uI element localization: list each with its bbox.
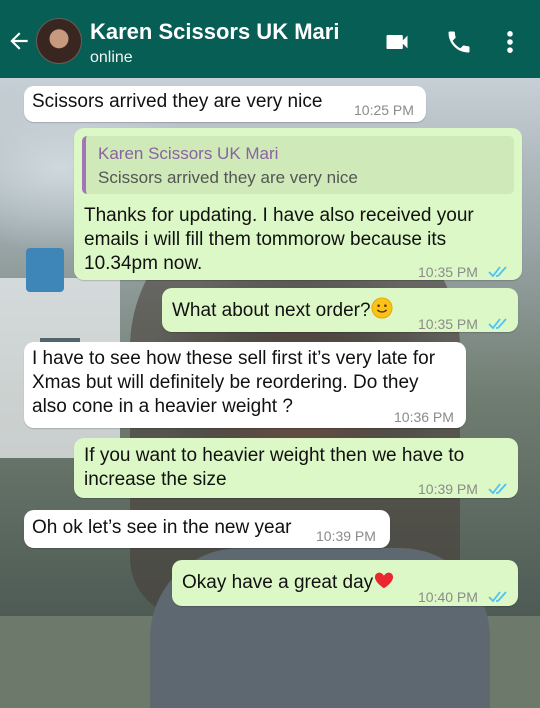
message-text: What about next order? <box>172 297 393 323</box>
message-time-text: 10:40 PM <box>418 589 478 605</box>
message-line: Thanks for updating. I have also receive… <box>84 205 474 226</box>
message-text: If you want to heavier weight then we ha… <box>84 444 464 492</box>
message-text: Thanks for updating. I have also receive… <box>84 204 474 276</box>
message-time: 10:25 PM <box>354 102 414 118</box>
contact-avatar[interactable] <box>36 18 82 64</box>
video-call-icon[interactable] <box>382 28 412 56</box>
double-check-icon <box>488 483 507 495</box>
message-text: Oh ok let’s see in the new year <box>32 517 292 538</box>
message-bubble-outgoing[interactable]: What about next order? 10:35 PM <box>162 288 518 332</box>
message-time-text: 10:35 PM <box>418 264 478 280</box>
message-line: If you want to heavier weight then we ha… <box>84 445 465 466</box>
slightly-smiling-face-icon <box>371 297 393 319</box>
chat-header: Karen Scissors UK Mari online <box>0 0 540 78</box>
message-text-content: Okay have a great day <box>182 572 374 593</box>
message-time: 10:35 PM <box>418 260 510 284</box>
double-check-icon <box>488 266 507 278</box>
quoted-sender: Karen Scissors UK Mari <box>98 144 279 163</box>
quoted-text: Scissors arrived they are very nice <box>98 168 358 187</box>
message-line: 10.34pm now. <box>84 253 203 274</box>
contact-name[interactable]: Karen Scissors UK Mari <box>90 19 339 45</box>
phone-icon[interactable] <box>444 28 474 56</box>
message-line: Xmas but will definitely be reordering. … <box>32 372 419 393</box>
message-time: 10:35 PM <box>418 312 510 336</box>
message-text: Scissors arrived they are very nice <box>32 91 323 112</box>
contact-status: online <box>90 49 133 66</box>
message-bubble-outgoing[interactable]: Karen Scissors UK Mari Scissors arrived … <box>74 128 522 280</box>
message-bubble-outgoing[interactable]: Okay have a great day 10:40 PM <box>172 560 518 606</box>
message-line: emails i will fill them tommorow because… <box>84 229 447 250</box>
message-time-text: 10:39 PM <box>418 481 478 497</box>
message-text: I have to see how these sell first it’s … <box>32 347 435 419</box>
more-vert-icon[interactable] <box>500 28 520 56</box>
double-check-icon <box>488 591 507 603</box>
message-bubble-incoming[interactable]: I have to see how these sell first it’s … <box>24 342 466 428</box>
message-line: also cone in a heavier weight ? <box>32 396 293 417</box>
message-time: 10:36 PM <box>394 409 454 425</box>
message-time: 10:39 PM <box>418 477 510 501</box>
quoted-message[interactable]: Karen Scissors UK Mari Scissors arrived … <box>82 136 514 194</box>
message-bubble-incoming[interactable]: Scissors arrived they are very nice 10:2… <box>24 86 426 122</box>
message-bubble-incoming[interactable]: Oh ok let’s see in the new year 10:39 PM <box>24 510 390 548</box>
message-text: Okay have a great day <box>182 569 395 595</box>
message-time-text: 10:35 PM <box>418 316 478 332</box>
message-text-content: What about next order? <box>172 300 371 321</box>
message-bubble-outgoing[interactable]: If you want to heavier weight then we ha… <box>74 438 518 498</box>
back-arrow-icon[interactable] <box>6 28 32 54</box>
message-time: 10:40 PM <box>418 585 510 609</box>
double-check-icon <box>488 318 507 330</box>
red-heart-icon <box>375 572 394 589</box>
message-time: 10:39 PM <box>316 528 376 544</box>
message-line: increase the size <box>84 469 227 490</box>
wallpaper-water-tank <box>26 248 64 292</box>
message-line: I have to see how these sell first it’s … <box>32 348 436 369</box>
